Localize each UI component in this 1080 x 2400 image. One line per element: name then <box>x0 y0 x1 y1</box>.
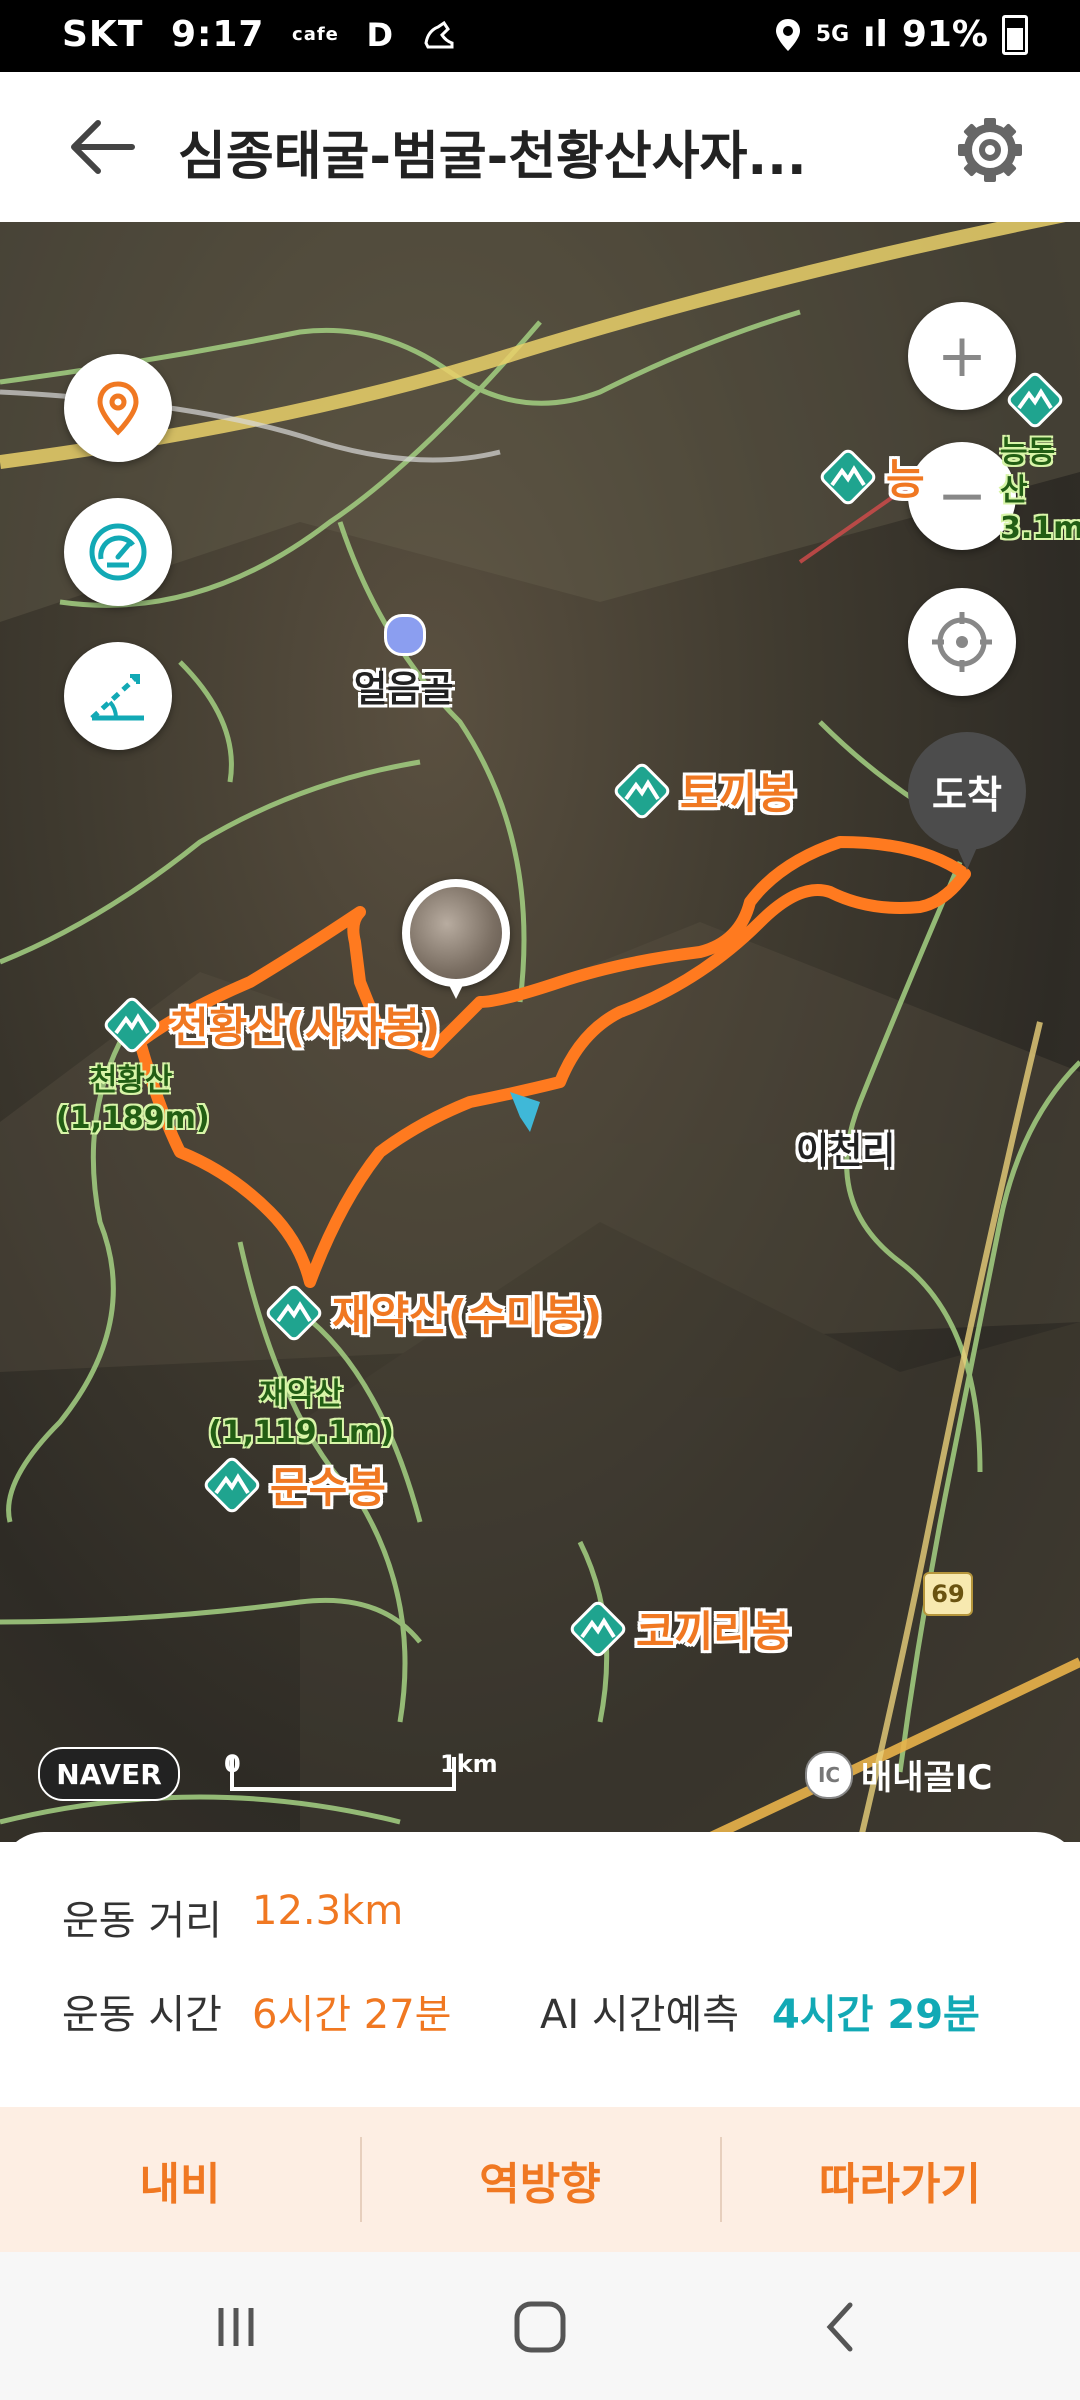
map-view[interactable]: + − 도착 능동산 3.1m 능 얼음골 이천리 토끼봉 천황산(사자봉) 천… <box>0 222 1080 1842</box>
photo-thumbnail <box>410 887 502 979</box>
distance-label: 운동 거리 <box>62 1898 222 1944</box>
carrier: SKT <box>62 14 144 55</box>
peak-marker-jaeyaksan[interactable]: 재약산(수미봉) <box>264 1282 602 1343</box>
slope-icon <box>90 674 144 721</box>
ai-estimate-value: 4시간 29분 <box>772 1992 980 2038</box>
peak-name: 재약산(수미봉) <box>332 1291 603 1340</box>
clock: 9:17 <box>170 14 265 55</box>
battery-level: 91% <box>901 14 988 55</box>
peak-marker-nakdongsan[interactable] <box>1005 370 1065 430</box>
d-notification-icon: D <box>366 16 394 54</box>
place-label-eoreumgol: 얼음골 <box>354 669 454 710</box>
route-69-shield: 69 <box>923 1572 973 1616</box>
duration-label: 운동 시간 <box>62 1992 222 2038</box>
zoom-in-button[interactable]: + <box>908 302 1016 410</box>
recent-apps-button[interactable] <box>186 2292 286 2362</box>
follow-button[interactable]: 따라가기 <box>720 2107 1080 2252</box>
peak-name: 천황산(사자봉) <box>170 1003 441 1052</box>
interchange-name: 배내골IC <box>861 1758 993 1798</box>
settings-gear-icon[interactable] <box>950 110 1030 190</box>
interchange-label: IC 배내골IC <box>805 1750 992 1799</box>
peak-name: 토끼봉 <box>680 769 796 818</box>
location-icon <box>775 18 800 51</box>
app-bar: 심종태굴-범굴-천황산사자... <box>0 72 1080 223</box>
mountain-peak-icon <box>266 1285 322 1340</box>
peak-marker-kokkiribong[interactable]: 코끼리봉 <box>568 1598 791 1659</box>
home-icon <box>514 2301 566 2353</box>
peak-marker-tokkibong[interactable]: 토끼봉 <box>612 760 796 821</box>
back-arrow-icon[interactable] <box>62 112 142 182</box>
scale-start: 0 <box>224 1750 241 1778</box>
network-type: 5G <box>815 22 850 47</box>
elevation-label-nakdongsan: 능동산 3.1m <box>1000 435 1080 546</box>
mountain-peak-icon <box>104 997 160 1052</box>
mountain-peak-icon <box>820 449 876 504</box>
peak-name: 능 <box>886 455 925 504</box>
distance-value: 12.3km <box>252 1888 404 1934</box>
photo-marker[interactable] <box>402 879 510 999</box>
cafe-notification-icon: cafe <box>292 24 339 45</box>
peak-marker-munsubong[interactable]: 문수봉 <box>202 1454 386 1515</box>
elevation-label-cheonhwangsan: 천황산 (1,189m) <box>56 1063 210 1136</box>
mountain-peak-icon <box>570 1601 626 1656</box>
mountain-peak-icon <box>204 1457 260 1512</box>
peak-marker-cheonhwangsan[interactable]: 천황산(사자봉) <box>102 994 440 1055</box>
my-location-button[interactable] <box>64 354 172 462</box>
ice-valley-icon <box>384 614 426 656</box>
speed-button[interactable] <box>64 498 172 606</box>
slope-button[interactable] <box>64 642 172 750</box>
signal-icon: ıl <box>863 14 888 55</box>
back-button[interactable] <box>790 2292 890 2362</box>
mountain-peak-icon <box>614 763 670 818</box>
interchange-icon: IC <box>805 1750 853 1799</box>
home-button[interactable] <box>490 2292 590 2362</box>
recent-apps-icon <box>218 2308 254 2346</box>
back-chevron-icon <box>826 2302 853 2352</box>
duration-value: 6시간 27분 <box>252 1992 452 2038</box>
navi-button[interactable]: 내비 <box>0 2107 360 2252</box>
battery-icon <box>1002 14 1028 55</box>
naver-logo: NAVER <box>38 1747 180 1801</box>
location-pin-icon <box>97 381 139 436</box>
place-label-icheonri: 이천리 <box>796 1131 896 1172</box>
peak-name: 코끼리봉 <box>636 1607 791 1656</box>
recenter-button[interactable] <box>908 588 1016 696</box>
mountain-peak-icon <box>1007 372 1063 428</box>
peak-name: 문수봉 <box>270 1463 386 1512</box>
peak-marker-partial[interactable]: 능 <box>818 446 925 507</box>
stats-panel: 운동 거리 12.3km 운동 시간 6시간 27분 AI 시간예측 4시간 2… <box>0 1832 1080 2107</box>
running-shoe-icon <box>423 20 454 49</box>
ai-estimate-label: AI 시간예측 <box>540 1992 740 2038</box>
status-bar: SKT 9:17 cafe D 5G ıl 91% <box>0 0 1080 72</box>
crosshair-icon <box>932 612 992 672</box>
page-title: 심종태굴-범굴-천황산사자... <box>178 127 807 187</box>
arrival-marker[interactable]: 도착 <box>908 732 1026 870</box>
elevation-label-jaeyaksan: 재약산 (1,119.1m) <box>208 1377 394 1450</box>
map-scale-bar <box>230 1757 456 1791</box>
action-bar: 내비 역방향 따라가기 <box>0 2107 1080 2252</box>
system-nav-bar <box>0 2252 1080 2400</box>
reverse-button[interactable]: 역방향 <box>360 2107 720 2252</box>
speedometer-icon <box>89 523 147 581</box>
scale-end: 1km <box>440 1750 498 1778</box>
